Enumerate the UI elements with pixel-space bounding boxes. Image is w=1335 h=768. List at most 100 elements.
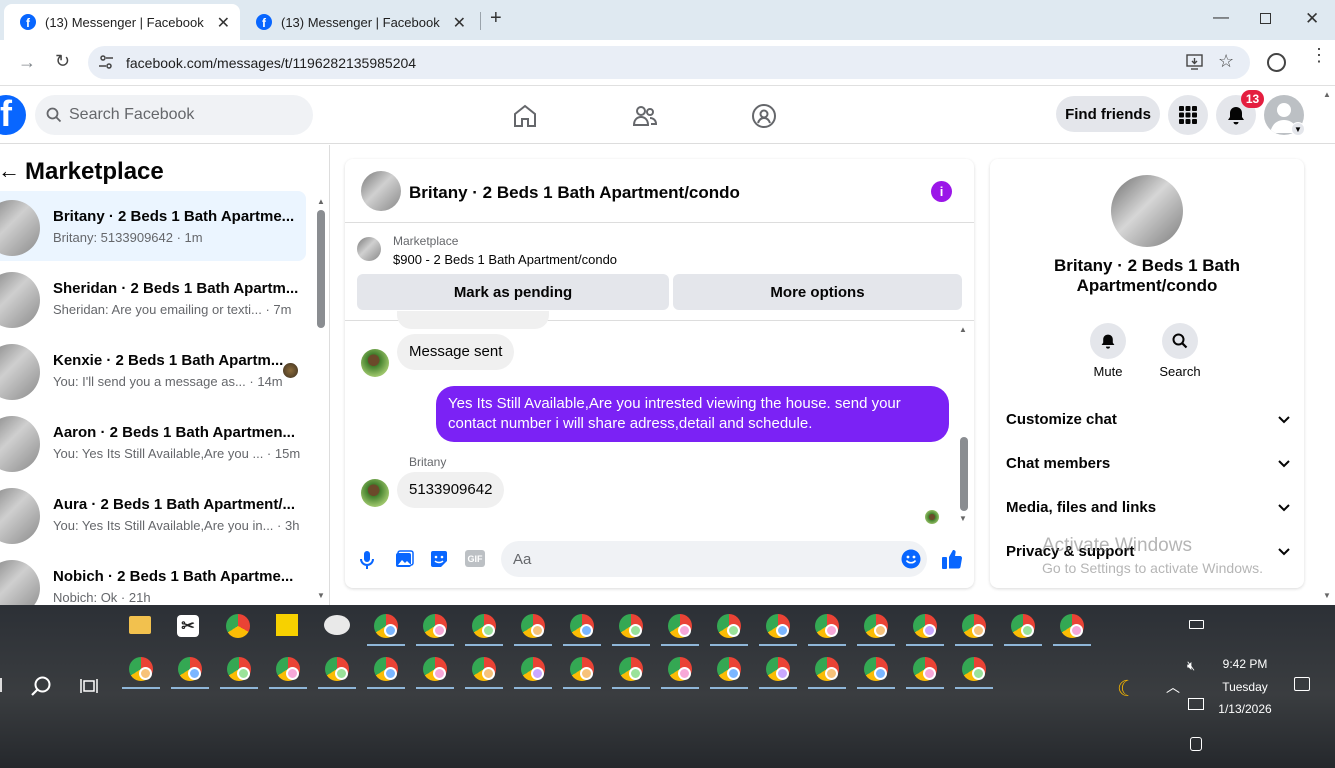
chrome-profile-icon[interactable] [374,657,398,681]
task-view-icon[interactable] [80,677,98,695]
restore-icon[interactable] [1260,13,1271,24]
message-bubble-incoming[interactable]: Message sent [397,334,515,370]
reload-icon[interactable]: ↻ [55,51,70,72]
listing-title[interactable]: $900 - 2 Beds 1 Bath Apartment/condo [393,252,617,267]
more-options-button[interactable]: More options [673,274,962,310]
chrome-profile-icon[interactable] [472,614,496,638]
chrome-profile-icon[interactable] [619,657,643,681]
clock-day[interactable]: Tuesday [1205,680,1285,694]
forward-icon[interactable]: → [18,52,36,73]
capcut-icon[interactable]: ✂ [177,615,199,637]
bookmark-star-icon[interactable]: ☆ [1218,51,1234,72]
conversation-item-sheridan[interactable]: Sheridan · 2 Beds 1 Bath Apartm... Sheri… [0,263,306,333]
network-icon[interactable] [1188,698,1204,710]
sender-avatar[interactable] [361,349,389,377]
chrome-profile-icon[interactable] [1060,614,1084,638]
close-tab-icon[interactable]: ✕ [453,13,466,33]
chrome-profile-icon[interactable] [766,614,790,638]
conversation-item-aaron[interactable]: Aaron · 2 Beds 1 Bath Apartmen... You: Y… [0,407,306,477]
night-light-moon-icon[interactable]: ☾ [1117,676,1137,702]
page-scroll-up-icon[interactable]: ▲ [1323,90,1331,99]
chrome-profile-icon[interactable] [472,657,496,681]
chrome-profile-icon[interactable] [815,614,839,638]
chrome-profile-icon[interactable] [423,614,447,638]
search-icon[interactable] [30,675,52,697]
chrome-profile-icon[interactable] [521,657,545,681]
conversation-item-nobich[interactable]: Nobich · 2 Beds 1 Bath Apartme... Nobich… [0,551,306,605]
chrome-profile-icon[interactable] [864,657,888,681]
chrome-profile-icon[interactable] [227,657,251,681]
chrome-profile-icon[interactable] [913,657,937,681]
chat-avatar[interactable] [361,171,401,211]
conversation-item-kenxie[interactable]: Kenxie · 2 Beds 1 Bath Apartm... You: I'… [0,335,306,405]
scrollbar-thumb[interactable] [960,437,968,511]
chrome-profile-icon[interactable] [619,614,643,638]
account-chevron-icon[interactable]: ▼ [1291,122,1305,136]
notification-center-icon[interactable] [1294,677,1310,691]
gif-icon[interactable]: GIF [465,550,485,567]
conversation-item-aura[interactable]: Aura · 2 Beds 1 Bath Apartment/... You: … [0,479,306,549]
chrome-profile-icon[interactable] [717,657,741,681]
battery-icon[interactable] [1189,620,1204,629]
clock-time[interactable]: 9:42 PM [1205,657,1285,671]
new-tab-icon[interactable]: + [490,7,502,30]
chrome-profile-icon[interactable] [423,657,447,681]
chrome-profile-icon[interactable] [913,614,937,638]
groups-icon[interactable] [751,103,777,129]
scroll-down-arrow-icon[interactable]: ▼ [959,514,967,523]
like-thumbs-up-icon[interactable] [941,548,963,570]
paint-icon[interactable] [324,615,350,635]
scroll-down-arrow-icon[interactable]: ▼ [317,591,325,600]
menu-grid-icon[interactable] [1168,95,1208,135]
chrome-profile-icon[interactable] [521,614,545,638]
message-bubble-incoming[interactable]: 5133909642 [397,472,505,508]
scroll-up-arrow-icon[interactable]: ▲ [959,325,967,334]
tray-chevron-up-icon[interactable]: ︿ [1166,677,1180,697]
facebook-logo-icon[interactable]: f [0,95,26,135]
close-tab-icon[interactable]: ✕ [217,13,230,33]
chrome-profile-icon[interactable] [1011,614,1035,638]
search-input[interactable]: Search Facebook [35,95,313,135]
minimize-icon[interactable]: — [1213,9,1229,27]
page-scroll-down-icon[interactable]: ▼ [1323,591,1331,600]
chrome-profile-icon[interactable] [325,657,349,681]
clock-date[interactable]: 1/13/2026 [1205,702,1285,716]
message-bubble-outgoing[interactable]: Yes Its Still Available,Are you intreste… [436,386,949,442]
chrome-profile-icon[interactable] [374,614,398,638]
volume-muted-icon[interactable]: 🔇︎ [1187,658,1195,674]
chat-header-title[interactable]: Britany · 2 Beds 1 Bath Apartment/condo [409,183,740,203]
sender-avatar[interactable] [361,479,389,507]
tab-messenger-active[interactable]: f (13) Messenger | Facebook ✕ [4,4,240,40]
profile-photo[interactable] [1111,175,1183,247]
media-files-links-section[interactable]: Media, files and links [1006,499,1290,516]
scrollbar-thumb[interactable] [317,210,325,328]
file-explorer-icon[interactable] [129,616,151,634]
message-input[interactable]: Aa [501,541,927,577]
conversation-item-britany[interactable]: Britany · 2 Beds 1 Bath Apartme... Brita… [0,191,306,261]
chrome-profile-icon[interactable] [815,657,839,681]
scroll-up-arrow-icon[interactable]: ▲ [317,197,325,206]
mark-as-pending-button[interactable]: Mark as pending [357,274,669,310]
chrome-profile-icon[interactable] [668,614,692,638]
chrome-profile-icon[interactable] [864,614,888,638]
chrome-profile-icon[interactable] [570,614,594,638]
microphone-icon[interactable] [360,550,374,570]
home-icon[interactable] [512,103,538,129]
chrome-profile-icon[interactable] [570,657,594,681]
install-app-icon[interactable] [1186,54,1203,70]
chat-members-section[interactable]: Chat members [1006,455,1290,472]
start-button-icon[interactable] [0,678,2,692]
chrome-profile-icon[interactable] [178,657,202,681]
customize-chat-section[interactable]: Customize chat [1006,411,1290,428]
emoji-icon[interactable] [901,549,921,569]
chrome-profile-icon[interactable] [766,657,790,681]
search-in-conversation-icon[interactable] [1162,323,1198,359]
url-field[interactable]: facebook.com/messages/t/1196282135985204… [88,46,1250,79]
chrome-profile-icon[interactable] [129,657,153,681]
sticker-icon[interactable] [429,549,449,569]
listing-small-thumbnail[interactable] [357,237,381,261]
profile-icon[interactable] [1267,53,1286,72]
back-arrow-icon[interactable]: ← [0,158,20,184]
mute-label[interactable]: Mute [1088,364,1128,379]
find-friends-button[interactable]: Find friends [1056,96,1160,132]
